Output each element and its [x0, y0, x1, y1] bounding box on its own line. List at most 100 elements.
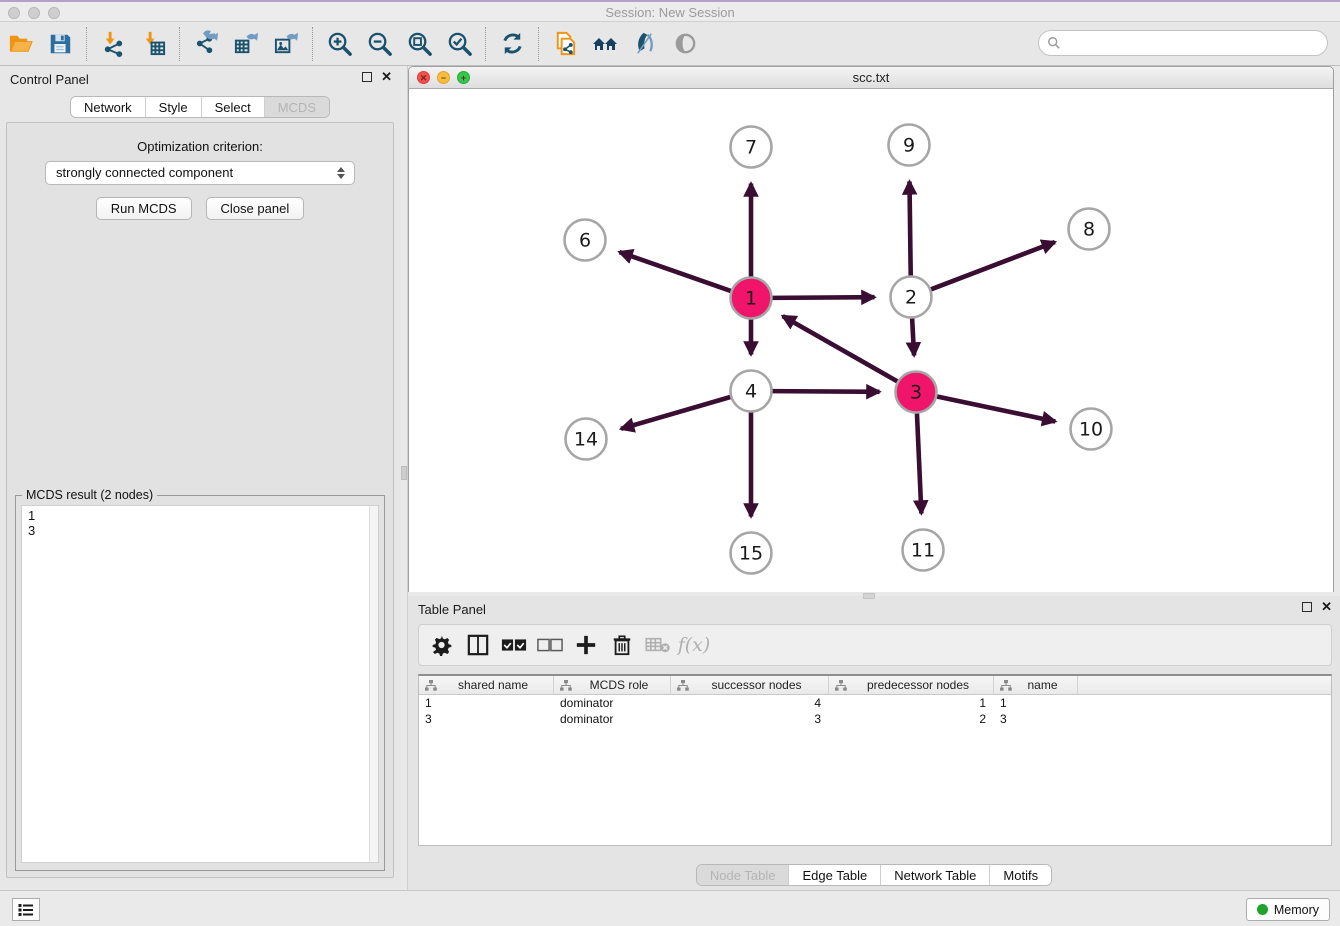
node-label-6: 6 [579, 230, 591, 252]
cell-name[interactable]: 1 [994, 695, 1078, 711]
run-mcds-button[interactable]: Run MCDS [96, 197, 192, 220]
import-network-icon[interactable] [93, 25, 133, 63]
cell-successor-nodes[interactable]: 4 [671, 695, 829, 711]
node-table[interactable]: shared name MCDS rolesuccessor nodesprede… [418, 674, 1332, 846]
criterion-select[interactable]: strongly connected component [45, 161, 355, 185]
column-label: MCDS role [578, 678, 670, 692]
toolbar-separator [179, 27, 180, 61]
float-panel-icon[interactable] [362, 72, 372, 82]
tab-style[interactable]: Style [145, 97, 201, 117]
edge-2-9[interactable] [909, 181, 910, 275]
cell-predecessor-nodes[interactable]: 1 [829, 695, 994, 711]
edge-4-14[interactable] [621, 397, 730, 429]
control-panel: Control Panel ✕ NetworkStyleSelectMCDS O… [0, 66, 400, 890]
zoom-in-icon[interactable] [319, 25, 359, 63]
edge-1-2[interactable] [772, 297, 874, 298]
cell-successor-nodes[interactable]: 3 [671, 711, 829, 727]
gear-icon[interactable] [427, 630, 457, 660]
result-scrollbar[interactable] [369, 506, 378, 862]
split-view-icon[interactable] [463, 630, 493, 660]
table-panel: Table Panel ✕ f(x) shared [408, 596, 1340, 890]
column-header-predecessor-nodes[interactable]: predecessor nodes [829, 676, 994, 694]
node-label-4: 4 [745, 381, 757, 403]
vertical-splitter[interactable] [400, 66, 408, 890]
cell-MCDS-role[interactable]: dominator [554, 711, 671, 727]
export-image-icon[interactable] [266, 25, 306, 63]
edge-3-1[interactable] [783, 316, 898, 381]
cell-shared-name[interactable]: 1 [419, 695, 554, 711]
cell-shared-name[interactable]: 3 [419, 711, 554, 727]
table-toolbar: f(x) [418, 624, 1332, 666]
edge-1-6[interactable] [619, 252, 730, 291]
cell-predecessor-nodes[interactable]: 2 [829, 711, 994, 727]
import-table-icon[interactable] [133, 25, 173, 63]
save-icon[interactable] [40, 25, 80, 63]
edge-2-3[interactable] [912, 318, 914, 355]
cell-name[interactable]: 3 [994, 711, 1078, 727]
first-neighbors-icon[interactable] [585, 25, 625, 63]
search-input[interactable] [1066, 36, 1327, 51]
memory-label: Memory [1274, 903, 1319, 917]
hierarchy-icon [560, 680, 572, 691]
deselect-all-icon[interactable] [535, 630, 565, 660]
toolbar-separator [86, 27, 87, 61]
mcds-result-title: MCDS result (2 nodes) [22, 488, 157, 502]
table-row[interactable]: 3dominator323 [419, 711, 1331, 727]
open-folder-icon[interactable] [0, 25, 40, 63]
tab-mcds[interactable]: MCDS [264, 97, 329, 117]
status-bar: Memory [0, 890, 1340, 926]
new-network-from-selection-icon[interactable] [545, 25, 585, 63]
task-history-button[interactable] [12, 898, 40, 921]
select-all-icon[interactable] [499, 630, 529, 660]
optimization-criterion-label: Optimization criterion: [7, 139, 393, 154]
toolbar-separator [538, 27, 539, 61]
mcds-result-text[interactable]: 1 3 [21, 505, 379, 863]
zoom-out-icon[interactable] [359, 25, 399, 63]
window-title: Session: New Session [0, 5, 1340, 20]
float-table-panel-icon[interactable] [1302, 602, 1312, 612]
close-panel-icon[interactable]: ✕ [381, 72, 392, 82]
export-network-icon[interactable] [186, 25, 226, 63]
edge-3-11[interactable] [917, 413, 921, 513]
tab-network-table[interactable]: Network Table [880, 865, 989, 885]
toolbar-separator [312, 27, 313, 61]
edge-2-8[interactable] [931, 242, 1055, 289]
zoom-fit-icon[interactable] [399, 25, 439, 63]
close-table-panel-icon[interactable]: ✕ [1321, 602, 1332, 612]
window-titlebar: Session: New Session [0, 0, 1340, 22]
network-graph[interactable]: 7968124314101511 [409, 89, 1333, 592]
graphics-details-icon[interactable] [625, 25, 665, 63]
zoom-selected-icon[interactable] [439, 25, 479, 63]
cell-MCDS-role[interactable]: dominator [554, 695, 671, 711]
column-label: name [1018, 678, 1077, 692]
search-field[interactable] [1038, 30, 1328, 56]
delete-icon[interactable] [607, 630, 637, 660]
column-header-MCDS-role[interactable]: MCDS role [554, 676, 671, 694]
tab-motifs[interactable]: Motifs [989, 865, 1051, 885]
column-header-name[interactable]: name [994, 676, 1078, 694]
network-canvas[interactable]: 7968124314101511 [409, 89, 1333, 592]
table-panel-title: Table Panel [418, 602, 486, 617]
tab-select[interactable]: Select [201, 97, 264, 117]
list-icon [18, 903, 34, 917]
edge-3-10[interactable] [937, 396, 1055, 421]
node-label-8: 8 [1083, 219, 1095, 241]
function-builder-icon: f(x) [679, 630, 709, 660]
tab-node-table[interactable]: Node Table [697, 865, 789, 885]
column-header-successor-nodes[interactable]: successor nodes [671, 676, 829, 694]
splitter-handle[interactable] [401, 466, 407, 480]
network-window-titlebar[interactable]: ✕ − + scc.txt [409, 67, 1333, 89]
birdseye-view-icon[interactable] [665, 25, 705, 63]
select-stepper-icon [335, 165, 346, 181]
table-row[interactable]: 1dominator411 [419, 695, 1331, 711]
column-header-shared-name[interactable]: shared name [419, 676, 554, 694]
tab-edge-table[interactable]: Edge Table [788, 865, 880, 885]
export-table-icon[interactable] [226, 25, 266, 63]
table-header-row[interactable]: shared name MCDS rolesuccessor nodesprede… [419, 676, 1331, 695]
memory-button[interactable]: Memory [1246, 898, 1330, 921]
close-panel-button[interactable]: Close panel [206, 197, 305, 220]
apply-layout-icon[interactable] [492, 25, 532, 63]
edge-4-3[interactable] [772, 391, 879, 392]
add-column-icon[interactable] [571, 630, 601, 660]
tab-network[interactable]: Network [71, 97, 145, 117]
